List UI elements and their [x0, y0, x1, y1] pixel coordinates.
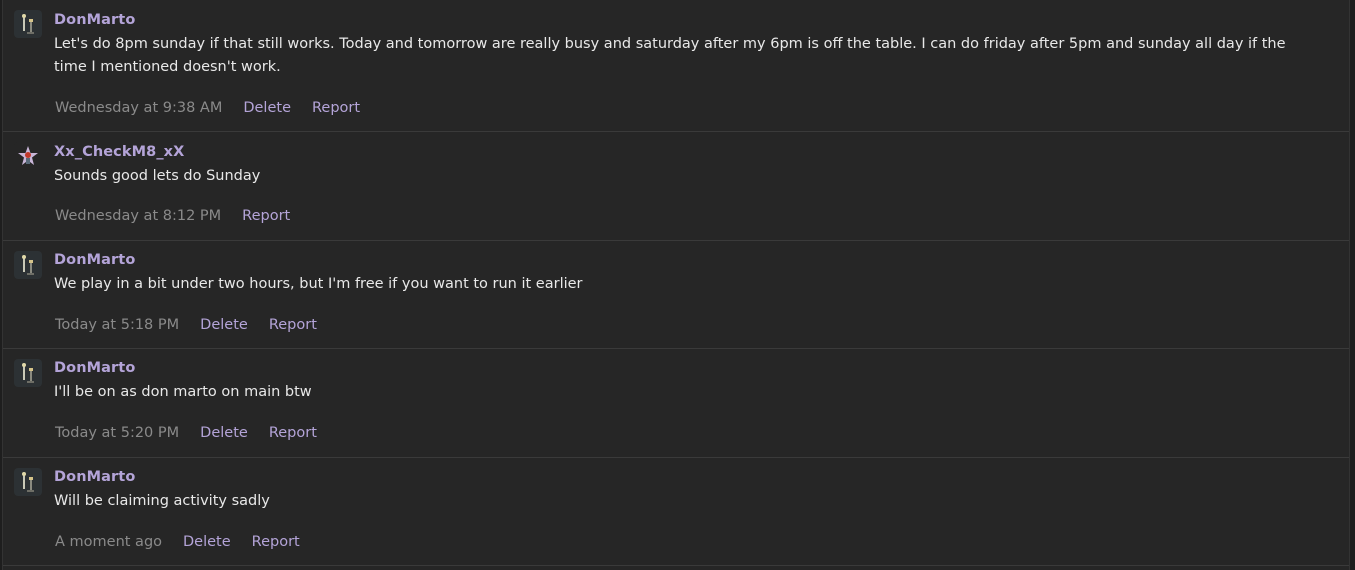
message-item: Xx_CheckM8_xX Sounds good lets do Sunday…: [3, 132, 1349, 241]
timestamp[interactable]: Today at 5:20 PM: [55, 425, 179, 441]
message-meta: Today at 5:20 PM Delete Report: [55, 425, 338, 441]
star-figure-icon: [14, 142, 42, 170]
knight-lamp-icon: [14, 359, 42, 387]
avatar[interactable]: [14, 142, 42, 170]
knight-lamp-icon: [14, 251, 42, 279]
avatar[interactable]: [14, 468, 42, 496]
author-name[interactable]: DonMarto: [54, 469, 135, 485]
timestamp[interactable]: Wednesday at 9:38 AM: [55, 100, 222, 116]
author-name[interactable]: DonMarto: [54, 12, 135, 28]
message-item: DonMarto I'll be on as don marto on main…: [3, 349, 1349, 458]
timestamp[interactable]: Today at 5:18 PM: [55, 317, 179, 333]
message-body: Sounds good lets do Sunday: [54, 168, 261, 184]
report-button[interactable]: Report: [242, 208, 290, 224]
message-item: DonMarto Will be claiming activity sadly…: [3, 458, 1349, 566]
avatar[interactable]: [14, 10, 42, 38]
message-body: I'll be on as don marto on main btw: [54, 384, 312, 400]
author-name[interactable]: Xx_CheckM8_xX: [54, 144, 184, 160]
message-thread: DonMarto Let's do 8pm sunday if that sti…: [2, 0, 1350, 570]
message-meta: Wednesday at 8:12 PM Report: [55, 208, 311, 224]
delete-button[interactable]: Delete: [183, 534, 231, 550]
author-name[interactable]: DonMarto: [54, 360, 135, 376]
avatar[interactable]: [14, 359, 42, 387]
delete-button[interactable]: Delete: [243, 100, 291, 116]
report-button[interactable]: Report: [252, 534, 300, 550]
knight-lamp-icon: [14, 468, 42, 496]
avatar[interactable]: [14, 251, 42, 279]
knight-lamp-icon: [14, 10, 42, 38]
message-body: We play in a bit under two hours, but I'…: [54, 276, 583, 292]
message-meta: A moment ago Delete Report: [55, 534, 321, 550]
author-name[interactable]: DonMarto: [54, 252, 135, 268]
message-item: DonMarto We play in a bit under two hour…: [3, 241, 1349, 349]
message-body: Let's do 8pm sunday if that still works.…: [54, 36, 1286, 75]
report-button[interactable]: Report: [312, 100, 360, 116]
delete-button[interactable]: Delete: [200, 425, 248, 441]
delete-button[interactable]: Delete: [200, 317, 248, 333]
message-item: DonMarto Let's do 8pm sunday if that sti…: [3, 0, 1349, 132]
report-button[interactable]: Report: [269, 317, 317, 333]
message-meta: Today at 5:18 PM Delete Report: [55, 317, 338, 333]
timestamp[interactable]: A moment ago: [55, 534, 162, 550]
timestamp[interactable]: Wednesday at 8:12 PM: [55, 208, 221, 224]
message-meta: Wednesday at 9:38 AM Delete Report: [55, 100, 381, 116]
message-body: Will be claiming activity sadly: [54, 493, 270, 509]
report-button[interactable]: Report: [269, 425, 317, 441]
